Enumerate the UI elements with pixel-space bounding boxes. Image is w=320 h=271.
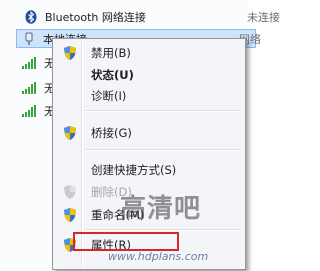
bluetooth-icon: [25, 10, 37, 24]
menu-item-bridge[interactable]: 桥接(G): [55, 123, 243, 143]
connection-wireless[interactable]: 无: [22, 78, 55, 98]
menu-separator: [85, 149, 241, 151]
menu-item-label: 状态(U): [91, 68, 134, 82]
wireless-signal-icon: [22, 82, 36, 94]
connection-status: 未连接: [247, 11, 280, 24]
network-adapter-icon: [25, 32, 33, 45]
menu-separator: [85, 110, 241, 112]
watermark: 高清吧 www.hdplans.com: [108, 194, 208, 263]
properties-highlight-box: [73, 232, 179, 251]
menu-item-label: 桥接(G): [91, 126, 132, 140]
connection-bluetooth[interactable]: Bluetooth 网络连接 未连接: [25, 7, 280, 27]
connection-name: Bluetooth 网络连接: [45, 11, 146, 24]
menu-item-status[interactable]: 状态(U): [55, 65, 243, 85]
menu-separator: [85, 229, 241, 231]
context-menu: 禁用(B) 状态(U) 诊断(I) 桥接(G) 创建快捷方式(S) 删除(D): [52, 38, 246, 270]
menu-item-label: 诊断(I): [91, 89, 127, 103]
wireless-signal-icon: [22, 57, 36, 69]
shield-icon: [64, 208, 76, 222]
connection-wireless[interactable]: 无: [22, 101, 55, 121]
connection-wireless[interactable]: 无: [22, 53, 55, 73]
shield-icon: [64, 185, 76, 199]
menu-item-label: 禁用(B): [91, 46, 131, 60]
shield-icon: [64, 126, 76, 140]
menu-item-label: 创建快捷方式(S): [91, 163, 177, 177]
menu-item-disable[interactable]: 禁用(B): [55, 43, 243, 63]
watermark-logo: 高清吧: [120, 194, 202, 224]
wireless-signal-icon: [22, 105, 36, 117]
menu-item-create-shortcut[interactable]: 创建快捷方式(S): [55, 160, 243, 180]
watermark-url: www.hdplans.com: [108, 250, 209, 263]
shield-icon: [64, 46, 76, 60]
menu-item-diagnose[interactable]: 诊断(I): [55, 86, 243, 106]
